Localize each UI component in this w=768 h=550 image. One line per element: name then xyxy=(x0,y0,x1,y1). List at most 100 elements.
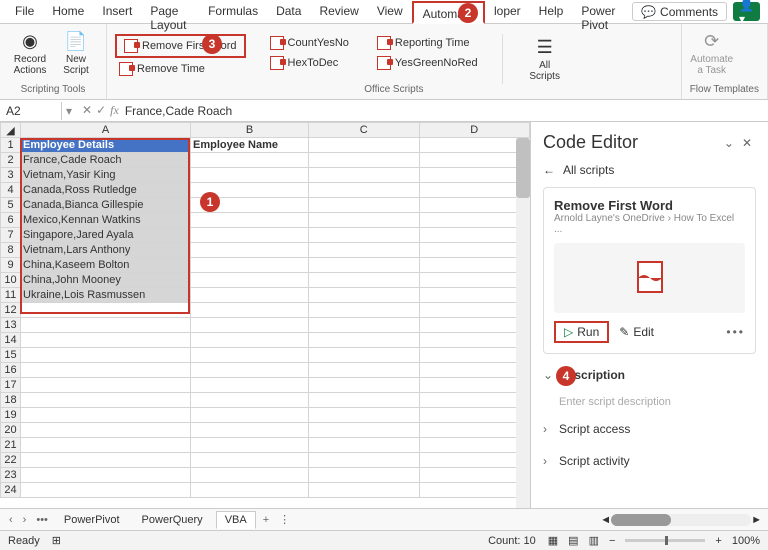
cell[interactable] xyxy=(309,228,420,243)
col-header-c[interactable]: C xyxy=(309,123,420,138)
cell[interactable] xyxy=(191,273,309,288)
row-header[interactable]: 14 xyxy=(1,333,21,348)
edit-button[interactable]: ✎ Edit xyxy=(619,325,654,339)
cell[interactable] xyxy=(21,408,191,423)
row-header[interactable]: 20 xyxy=(1,423,21,438)
cell[interactable] xyxy=(309,303,420,318)
cell[interactable] xyxy=(21,333,191,348)
cell[interactable] xyxy=(191,228,309,243)
cell[interactable] xyxy=(309,408,420,423)
cell[interactable] xyxy=(419,213,530,228)
record-actions-button[interactable]: ◉ Record Actions xyxy=(8,28,52,78)
sheet-nav-prev[interactable]: ‹ xyxy=(6,514,16,526)
row-header[interactable]: 8 xyxy=(1,243,21,258)
cell[interactable] xyxy=(191,318,309,333)
hscroll-right[interactable]: ► xyxy=(751,514,762,526)
row-header[interactable]: 24 xyxy=(1,483,21,498)
cell[interactable] xyxy=(191,303,309,318)
row-header[interactable]: 17 xyxy=(1,378,21,393)
cell[interactable] xyxy=(191,348,309,363)
all-scripts-button[interactable]: ☰ All Scripts xyxy=(523,34,567,84)
cell[interactable] xyxy=(309,183,420,198)
cell[interactable] xyxy=(419,378,530,393)
accessibility-icon[interactable]: ⊞ xyxy=(52,534,61,547)
run-button[interactable]: ▷ Run xyxy=(554,321,609,343)
row-header[interactable]: 16 xyxy=(1,363,21,378)
script-countyesno[interactable]: CountYesNo xyxy=(266,34,353,52)
cell[interactable] xyxy=(419,303,530,318)
cell[interactable] xyxy=(419,243,530,258)
cell[interactable] xyxy=(191,288,309,303)
cell[interactable] xyxy=(309,378,420,393)
spreadsheet-grid[interactable]: ◢ A B C D 1Employee DetailsEmployee Name… xyxy=(0,122,530,508)
cell[interactable] xyxy=(309,363,420,378)
cell[interactable] xyxy=(419,453,530,468)
cell[interactable] xyxy=(191,153,309,168)
cell[interactable] xyxy=(191,468,309,483)
cell[interactable] xyxy=(191,243,309,258)
select-all-corner[interactable]: ◢ xyxy=(1,123,21,138)
scrollbar-thumb[interactable] xyxy=(516,138,530,198)
cell[interactable] xyxy=(21,483,191,498)
cell[interactable] xyxy=(191,453,309,468)
row-header[interactable]: 1 xyxy=(1,138,21,153)
cell[interactable] xyxy=(419,198,530,213)
row-header[interactable]: 10 xyxy=(1,273,21,288)
row-header[interactable]: 4 xyxy=(1,183,21,198)
more-options-button[interactable]: ••• xyxy=(726,325,745,339)
enter-icon[interactable]: ✓ xyxy=(96,103,106,118)
cell[interactable]: Employee Name xyxy=(191,138,309,153)
menu-formulas[interactable]: Formulas xyxy=(199,0,267,23)
cell[interactable] xyxy=(191,423,309,438)
cell[interactable] xyxy=(419,258,530,273)
cancel-icon[interactable]: ✕ xyxy=(82,103,92,118)
name-box[interactable]: A2 xyxy=(0,102,62,120)
view-page-icon[interactable]: ▤ xyxy=(568,534,578,547)
menu-home[interactable]: Home xyxy=(43,0,93,23)
cell[interactable] xyxy=(191,393,309,408)
row-header[interactable]: 12 xyxy=(1,303,21,318)
col-header-b[interactable]: B xyxy=(191,123,309,138)
col-header-a[interactable]: A xyxy=(21,123,191,138)
cell[interactable] xyxy=(309,423,420,438)
row-header[interactable]: 11 xyxy=(1,288,21,303)
cell[interactable] xyxy=(21,423,191,438)
menu-help[interactable]: Help xyxy=(530,0,573,23)
cell[interactable] xyxy=(191,258,309,273)
menu-file[interactable]: File xyxy=(6,0,43,23)
script-yesgreennored[interactable]: YesGreenNoRed xyxy=(373,54,482,72)
share-button[interactable]: 👤▾ xyxy=(733,2,760,21)
cell[interactable]: Singapore,Jared Ayala xyxy=(21,228,191,243)
cell[interactable]: China,Kaseem Bolton xyxy=(21,258,191,273)
formula-input[interactable]: France,Cade Roach xyxy=(125,104,762,118)
cell[interactable]: France,Cade Roach xyxy=(21,153,191,168)
zoom-out-button[interactable]: − xyxy=(609,535,615,547)
cell[interactable] xyxy=(191,333,309,348)
row-header[interactable]: 22 xyxy=(1,453,21,468)
name-box-dropdown-icon[interactable]: ▾ xyxy=(62,104,76,118)
cell[interactable] xyxy=(309,243,420,258)
menu-review[interactable]: Review xyxy=(310,0,367,23)
cell[interactable]: Vietnam,Yasir King xyxy=(21,168,191,183)
row-header[interactable]: 3 xyxy=(1,168,21,183)
cell[interactable] xyxy=(309,348,420,363)
cell[interactable] xyxy=(191,213,309,228)
cell[interactable]: Employee Details xyxy=(21,138,191,153)
cell[interactable] xyxy=(309,288,420,303)
view-break-icon[interactable]: ▥ xyxy=(589,534,599,547)
cell[interactable] xyxy=(191,363,309,378)
horizontal-scrollbar[interactable] xyxy=(611,514,751,526)
new-script-button[interactable]: 📄 New Script xyxy=(54,28,98,78)
cell[interactable] xyxy=(309,258,420,273)
cell[interactable] xyxy=(191,168,309,183)
cell[interactable] xyxy=(419,273,530,288)
cell[interactable] xyxy=(419,438,530,453)
zoom-level[interactable]: 100% xyxy=(732,535,760,547)
zoom-in-button[interactable]: + xyxy=(715,535,721,547)
cell[interactable] xyxy=(309,318,420,333)
cell[interactable]: Ukraine,Lois Rasmussen xyxy=(21,288,191,303)
sheet-tab-vba[interactable]: VBA xyxy=(216,511,256,529)
cell[interactable] xyxy=(419,468,530,483)
col-header-d[interactable]: D xyxy=(419,123,530,138)
script-reporting-time[interactable]: Reporting Time xyxy=(373,34,482,52)
